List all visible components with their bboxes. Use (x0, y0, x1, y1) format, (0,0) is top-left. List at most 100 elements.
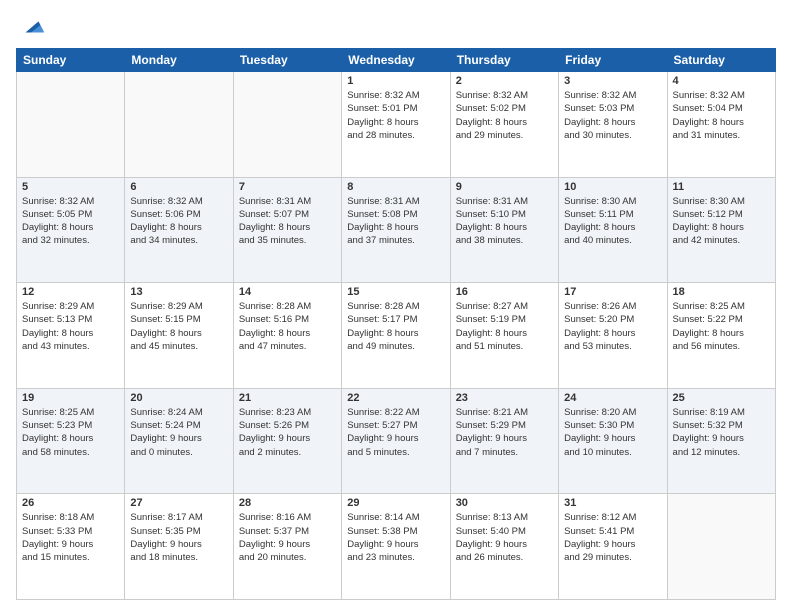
weekday-header-row: SundayMondayTuesdayWednesdayThursdayFrid… (17, 49, 776, 72)
weekday-header-sunday: Sunday (17, 49, 125, 72)
day-info: Sunrise: 8:32 AM Sunset: 5:05 PM Dayligh… (22, 195, 119, 248)
header (16, 12, 776, 40)
day-cell: 26 Sunrise: 8:18 AM Sunset: 5:33 PM Dayli… (17, 494, 125, 600)
week-row-4: 19 Sunrise: 8:25 AM Sunset: 5:23 PM Dayli… (17, 388, 776, 494)
day-cell: 5Sunrise: 8:32 AM Sunset: 5:05 PM Daylig… (17, 177, 125, 283)
day-cell: 24 Sunrise: 8:20 AM Sunset: 5:30 PM Dayli… (559, 388, 667, 494)
day-info: Sunrise: 8:12 AM Sunset: 5:41 PM Dayligh… (564, 511, 661, 564)
weekday-header-thursday: Thursday (450, 49, 558, 72)
logo-icon (18, 12, 46, 40)
day-cell: 16 Sunrise: 8:27 AM Sunset: 5:19 PM Dayli… (450, 283, 558, 389)
day-number: 10 (564, 181, 661, 193)
day-number: 16 (456, 286, 553, 298)
weekday-header-saturday: Saturday (667, 49, 775, 72)
day-info: Sunrise: 8:16 AM Sunset: 5:37 PM Dayligh… (239, 511, 336, 564)
weekday-header-friday: Friday (559, 49, 667, 72)
day-cell (233, 72, 341, 178)
day-number: 14 (239, 286, 336, 298)
day-number: 7 (239, 181, 336, 193)
day-cell: 31Sunrise: 8:12 AM Sunset: 5:41 PM Dayli… (559, 494, 667, 600)
week-row-2: 5Sunrise: 8:32 AM Sunset: 5:05 PM Daylig… (17, 177, 776, 283)
day-cell (667, 494, 775, 600)
day-cell: 30 Sunrise: 8:13 AM Sunset: 5:40 PM Dayli… (450, 494, 558, 600)
day-number: 22 (347, 392, 444, 404)
day-cell: 2 Sunrise: 8:32 AM Sunset: 5:02 PM Daylig… (450, 72, 558, 178)
day-info: Sunrise: 8:31 AM Sunset: 5:08 PM Dayligh… (347, 195, 444, 248)
day-info: Sunrise: 8:32 AM Sunset: 5:03 PM Dayligh… (564, 89, 661, 142)
day-info: Sunrise: 8:27 AM Sunset: 5:19 PM Dayligh… (456, 300, 553, 353)
day-number: 30 (456, 497, 553, 509)
day-info: Sunrise: 8:25 AM Sunset: 5:22 PM Dayligh… (673, 300, 770, 353)
day-cell: 21 Sunrise: 8:23 AM Sunset: 5:26 PM Dayli… (233, 388, 341, 494)
day-number: 13 (130, 286, 227, 298)
day-cell: 28 Sunrise: 8:16 AM Sunset: 5:37 PM Dayli… (233, 494, 341, 600)
day-number: 11 (673, 181, 770, 193)
week-row-3: 12 Sunrise: 8:29 AM Sunset: 5:13 PM Dayli… (17, 283, 776, 389)
day-cell: 9 Sunrise: 8:31 AM Sunset: 5:10 PM Daylig… (450, 177, 558, 283)
day-info: Sunrise: 8:28 AM Sunset: 5:17 PM Dayligh… (347, 300, 444, 353)
day-cell (17, 72, 125, 178)
day-number: 2 (456, 75, 553, 87)
day-number: 26 (22, 497, 119, 509)
day-cell: 7 Sunrise: 8:31 AM Sunset: 5:07 PM Daylig… (233, 177, 341, 283)
day-cell: 27Sunrise: 8:17 AM Sunset: 5:35 PM Dayli… (125, 494, 233, 600)
day-number: 9 (456, 181, 553, 193)
weekday-header-tuesday: Tuesday (233, 49, 341, 72)
day-number: 8 (347, 181, 444, 193)
day-number: 1 (347, 75, 444, 87)
day-cell: 23Sunrise: 8:21 AM Sunset: 5:29 PM Dayli… (450, 388, 558, 494)
day-number: 19 (22, 392, 119, 404)
day-info: Sunrise: 8:28 AM Sunset: 5:16 PM Dayligh… (239, 300, 336, 353)
day-info: Sunrise: 8:20 AM Sunset: 5:30 PM Dayligh… (564, 406, 661, 459)
day-cell: 18Sunrise: 8:25 AM Sunset: 5:22 PM Dayli… (667, 283, 775, 389)
day-info: Sunrise: 8:19 AM Sunset: 5:32 PM Dayligh… (673, 406, 770, 459)
day-cell: 3 Sunrise: 8:32 AM Sunset: 5:03 PM Daylig… (559, 72, 667, 178)
calendar-table: SundayMondayTuesdayWednesdayThursdayFrid… (16, 48, 776, 600)
day-info: Sunrise: 8:13 AM Sunset: 5:40 PM Dayligh… (456, 511, 553, 564)
day-number: 28 (239, 497, 336, 509)
day-cell: 1Sunrise: 8:32 AM Sunset: 5:01 PM Daylig… (342, 72, 450, 178)
day-cell: 13 Sunrise: 8:29 AM Sunset: 5:15 PM Dayli… (125, 283, 233, 389)
day-cell: 20Sunrise: 8:24 AM Sunset: 5:24 PM Dayli… (125, 388, 233, 494)
day-number: 12 (22, 286, 119, 298)
day-cell: 10 Sunrise: 8:30 AM Sunset: 5:11 PM Dayli… (559, 177, 667, 283)
day-number: 20 (130, 392, 227, 404)
day-cell: 15 Sunrise: 8:28 AM Sunset: 5:17 PM Dayli… (342, 283, 450, 389)
day-cell: 12 Sunrise: 8:29 AM Sunset: 5:13 PM Dayli… (17, 283, 125, 389)
day-number: 6 (130, 181, 227, 193)
day-cell (125, 72, 233, 178)
page: SundayMondayTuesdayWednesdayThursdayFrid… (0, 0, 792, 612)
day-number: 3 (564, 75, 661, 87)
day-info: Sunrise: 8:32 AM Sunset: 5:02 PM Dayligh… (456, 89, 553, 142)
day-cell: 14 Sunrise: 8:28 AM Sunset: 5:16 PM Dayli… (233, 283, 341, 389)
day-info: Sunrise: 8:29 AM Sunset: 5:15 PM Dayligh… (130, 300, 227, 353)
day-info: Sunrise: 8:32 AM Sunset: 5:04 PM Dayligh… (673, 89, 770, 142)
day-info: Sunrise: 8:14 AM Sunset: 5:38 PM Dayligh… (347, 511, 444, 564)
day-info: Sunrise: 8:23 AM Sunset: 5:26 PM Dayligh… (239, 406, 336, 459)
week-row-5: 26 Sunrise: 8:18 AM Sunset: 5:33 PM Dayli… (17, 494, 776, 600)
day-cell: 8 Sunrise: 8:31 AM Sunset: 5:08 PM Daylig… (342, 177, 450, 283)
day-info: Sunrise: 8:31 AM Sunset: 5:07 PM Dayligh… (239, 195, 336, 248)
day-number: 4 (673, 75, 770, 87)
day-info: Sunrise: 8:32 AM Sunset: 5:06 PM Dayligh… (130, 195, 227, 248)
day-info: Sunrise: 8:31 AM Sunset: 5:10 PM Dayligh… (456, 195, 553, 248)
day-info: Sunrise: 8:25 AM Sunset: 5:23 PM Dayligh… (22, 406, 119, 459)
day-info: Sunrise: 8:18 AM Sunset: 5:33 PM Dayligh… (22, 511, 119, 564)
day-cell: 6 Sunrise: 8:32 AM Sunset: 5:06 PM Daylig… (125, 177, 233, 283)
day-info: Sunrise: 8:30 AM Sunset: 5:12 PM Dayligh… (673, 195, 770, 248)
day-cell: 11 Sunrise: 8:30 AM Sunset: 5:12 PM Dayli… (667, 177, 775, 283)
day-info: Sunrise: 8:17 AM Sunset: 5:35 PM Dayligh… (130, 511, 227, 564)
day-cell: 17Sunrise: 8:26 AM Sunset: 5:20 PM Dayli… (559, 283, 667, 389)
day-info: Sunrise: 8:22 AM Sunset: 5:27 PM Dayligh… (347, 406, 444, 459)
day-info: Sunrise: 8:21 AM Sunset: 5:29 PM Dayligh… (456, 406, 553, 459)
day-number: 21 (239, 392, 336, 404)
day-cell: 19 Sunrise: 8:25 AM Sunset: 5:23 PM Dayli… (17, 388, 125, 494)
day-cell: 25Sunrise: 8:19 AM Sunset: 5:32 PM Dayli… (667, 388, 775, 494)
logo (16, 12, 46, 40)
day-cell: 29Sunrise: 8:14 AM Sunset: 5:38 PM Dayli… (342, 494, 450, 600)
day-number: 15 (347, 286, 444, 298)
day-number: 24 (564, 392, 661, 404)
day-info: Sunrise: 8:29 AM Sunset: 5:13 PM Dayligh… (22, 300, 119, 353)
day-info: Sunrise: 8:30 AM Sunset: 5:11 PM Dayligh… (564, 195, 661, 248)
week-row-1: 1Sunrise: 8:32 AM Sunset: 5:01 PM Daylig… (17, 72, 776, 178)
